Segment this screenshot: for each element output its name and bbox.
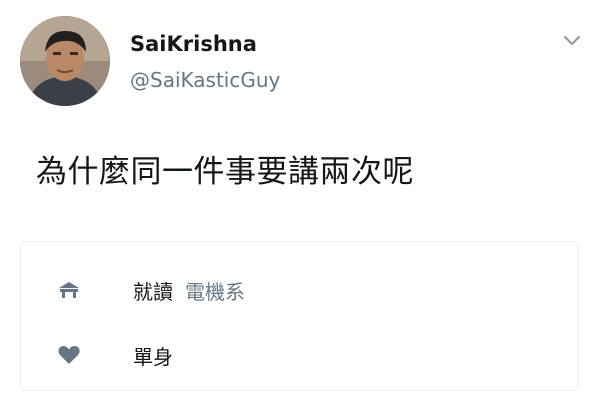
profile-card: 就讀 電機系 單身 [20,241,579,391]
user-handle[interactable]: @SaiKasticGuy [130,68,280,92]
education-value: 電機系 [185,279,245,304]
education-label: 就讀 [133,279,173,304]
heart-icon [57,343,81,367]
card-row-text: 單身 [133,341,173,370]
avatar-photo [20,16,110,106]
display-name[interactable]: SaiKrishna [130,32,257,56]
avatar[interactable] [20,16,110,106]
chevron-down-icon[interactable] [561,31,583,49]
card-row-education: 就讀 電機系 [21,270,578,310]
building-icon [57,278,81,302]
relationship-label: 單身 [133,344,173,369]
tweet-text: 為什麼同一件事要講兩次呢 [36,154,414,190]
card-row-relationship: 單身 [21,335,578,375]
tweet: SaiKrishna @SaiKasticGuy 為什麼同一件事要講兩次呢 就讀… [0,0,600,402]
card-row-text: 就讀 電機系 [133,276,245,305]
